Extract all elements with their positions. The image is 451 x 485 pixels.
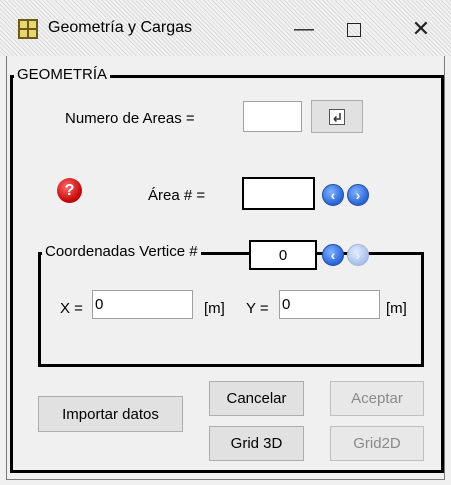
area-number-input[interactable] [242, 177, 315, 210]
coordinates-group-label: Coordenadas Vertice # [42, 244, 201, 260]
grid-3d-button[interactable]: Grid 3D [209, 426, 304, 461]
area-prev-button[interactable]: ‹ [322, 184, 344, 206]
enter-icon [329, 108, 345, 125]
cancel-button[interactable]: Cancelar [209, 381, 304, 416]
accept-button[interactable]: Aceptar [330, 381, 424, 416]
x-unit-label: [m] [204, 300, 225, 317]
area-next-button[interactable]: › [347, 184, 369, 206]
x-input[interactable] [92, 290, 193, 319]
help-icon[interactable]: ? [57, 178, 82, 203]
vertex-next-button[interactable]: › [347, 244, 369, 266]
grid-2d-button[interactable]: Grid2D [330, 426, 424, 461]
num-areas-label: Numero de Areas = [65, 110, 195, 127]
y-label: Y = [246, 300, 269, 317]
y-input[interactable] [279, 290, 380, 319]
import-data-button[interactable]: Importar datos [38, 396, 183, 432]
minimize-button[interactable]: — [281, 14, 327, 44]
area-number-label: Área # = [148, 187, 206, 204]
window-title: Geometría y Cargas [48, 19, 193, 36]
app-grid-icon [18, 19, 38, 39]
vertex-prev-button[interactable]: ‹ [322, 244, 344, 266]
vertex-number-input[interactable] [249, 240, 317, 270]
num-areas-input[interactable] [243, 101, 302, 132]
y-unit-label: [m] [386, 300, 407, 317]
x-label: X = [60, 300, 83, 317]
num-areas-enter-button[interactable] [311, 100, 363, 133]
maximize-button[interactable] [331, 14, 377, 44]
close-button[interactable]: ✕ [398, 14, 444, 44]
maximize-icon [347, 22, 361, 37]
geometry-group-label: GEOMETRÍA [14, 67, 111, 83]
